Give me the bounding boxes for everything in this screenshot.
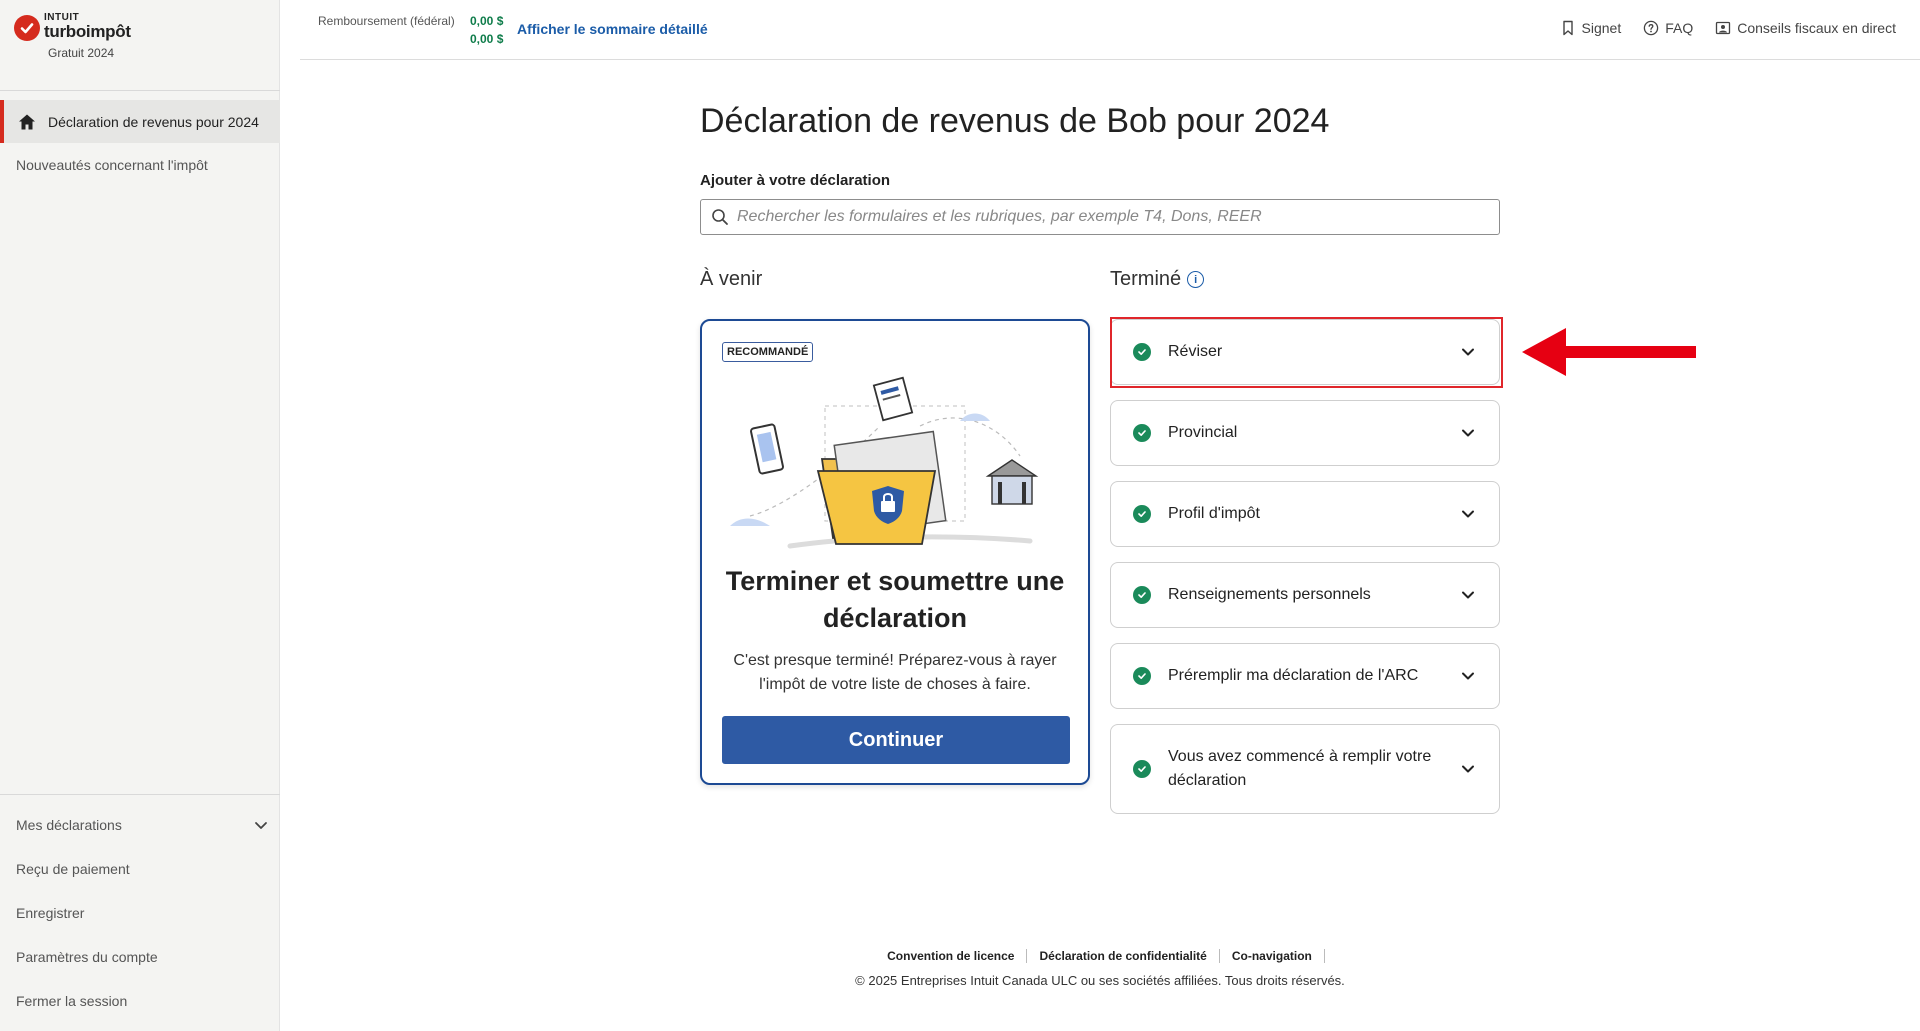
question-circle-icon — [1643, 20, 1659, 36]
upcoming-heading: À venir — [700, 268, 762, 291]
footer-link-privacy[interactable]: Déclaration de confidentialité — [1027, 949, 1220, 963]
footer-link-license[interactable]: Convention de licence — [875, 949, 1028, 963]
refund-label: Remboursement (fédéral) — [318, 14, 455, 28]
recommended-badge: RECOMMANDÉ — [722, 342, 814, 362]
sidebar-item-payment-receipt[interactable]: Reçu de paiement — [16, 861, 130, 877]
accordion-item-provincial[interactable]: Provincial — [1110, 400, 1500, 466]
refund-amount: 0,00 $ — [470, 32, 504, 46]
chevron-down-icon[interactable] — [252, 816, 270, 834]
logo-product-text: turboimpôt — [44, 22, 131, 41]
check-circle-icon — [1133, 343, 1151, 361]
footer-links: Convention de licence Déclaration de con… — [0, 949, 1920, 963]
accordion-item-label: Provincial — [1168, 424, 1238, 441]
live-tax-advice-label: Conseils fiscaux en direct — [1737, 20, 1896, 36]
done-heading-text: Terminé — [1110, 268, 1182, 290]
sidebar-item-save[interactable]: Enregistrer — [16, 905, 84, 921]
check-circle-icon — [1133, 505, 1151, 523]
continue-button[interactable]: Continuer — [722, 716, 1070, 764]
bookmark-label: Signet — [1581, 20, 1622, 36]
sidebar: INTUIT turboimpôt Gratuit 2024 Déclarati… — [0, 0, 280, 1031]
chevron-down-icon[interactable] — [1459, 343, 1477, 361]
top-header: Remboursement (fédéral) 0,00 $ 0,00 $ Af… — [300, 0, 1920, 60]
search-field[interactable] — [700, 199, 1500, 235]
accordion-item-started-return[interactable]: Vous avez commencé à remplir votre décla… — [1110, 724, 1500, 814]
accordion-item-review[interactable]: Réviser — [1110, 319, 1500, 385]
accordion-item-label: Vous avez commencé à remplir votre décla… — [1168, 748, 1432, 789]
check-circle-icon — [1133, 667, 1151, 685]
search-input[interactable] — [737, 208, 1477, 226]
detailed-summary-link[interactable]: Afficher le sommaire détaillé — [517, 21, 708, 37]
chevron-down-icon[interactable] — [1459, 760, 1477, 778]
chevron-down-icon[interactable] — [1459, 667, 1477, 685]
done-heading: Terminé i — [1110, 268, 1205, 291]
home-icon — [19, 114, 35, 129]
accordion-item-label: Préremplir ma déclaration de l'ARC — [1168, 667, 1419, 684]
refund-amount: 0,00 $ — [470, 14, 504, 28]
search-icon — [712, 209, 728, 225]
check-circle-icon — [1133, 586, 1151, 604]
sidebar-item-label: Déclaration de revenus pour 2024 — [48, 113, 259, 130]
recommended-card: RECOMMANDÉ Terminer et soumettre une déc… — [700, 319, 1090, 785]
card-description: C'est presque terminé! Préparez-vous à r… — [733, 652, 1057, 693]
accordion-item-tax-profile[interactable]: Profil d'impôt — [1110, 481, 1500, 547]
accordion-item-label: Renseignements personnels — [1168, 586, 1371, 603]
checkmark-logo-icon — [14, 15, 40, 41]
accordion-item-personal-info[interactable]: Renseignements personnels — [1110, 562, 1500, 628]
upcoming-heading-text: À venir — [700, 268, 763, 290]
bookmark-button[interactable]: Signet — [1560, 20, 1622, 36]
faq-button[interactable]: FAQ — [1643, 20, 1693, 36]
sidebar-divider — [0, 90, 280, 91]
info-icon[interactable]: i — [1187, 271, 1205, 288]
turboimpot-logo[interactable]: INTUIT turboimpôt Gratuit 2024 — [14, 13, 131, 60]
faq-label: FAQ — [1665, 20, 1694, 36]
chevron-down-icon[interactable] — [1459, 424, 1477, 442]
accordion-item-label: Profil d'impôt — [1168, 505, 1260, 522]
add-to-return-label: Ajouter à votre déclaration — [700, 172, 891, 189]
accordion-item-label: Réviser — [1168, 343, 1223, 360]
card-title: Terminer et soumettre une déclaration — [725, 566, 1065, 633]
footer-link-cobrowse[interactable]: Co-navigation — [1220, 949, 1325, 963]
folder-illustration-icon — [730, 376, 1039, 549]
accordion-item-autofill[interactable]: Préremplir ma déclaration de l'ARC — [1110, 643, 1500, 709]
sidebar-item-whats-new[interactable]: Nouveautés concernant l'impôt — [16, 157, 208, 173]
chevron-down-icon[interactable] — [1459, 505, 1477, 523]
sidebar-item-tax-return-2024[interactable]: Déclaration de revenus pour 2024 — [0, 100, 280, 143]
chevron-down-icon[interactable] — [1459, 586, 1477, 604]
red-arrow-annotation-icon — [1522, 328, 1696, 376]
sidebar-item-my-returns[interactable]: Mes déclarations — [16, 817, 122, 833]
live-advice-icon — [1716, 21, 1731, 35]
live-tax-advice-button[interactable]: Conseils fiscaux en direct — [1715, 20, 1896, 36]
bookmark-icon — [1562, 20, 1573, 36]
copyright-text: © 2025 Entreprises Intuit Canada ULC ou … — [855, 973, 1345, 988]
page-title: Déclaration de revenus de Bob pour 2024 — [700, 102, 1330, 140]
sidebar-divider — [0, 794, 280, 795]
check-circle-icon — [1133, 760, 1151, 778]
edition-label: Gratuit 2024 — [48, 46, 115, 60]
check-circle-icon — [1133, 424, 1151, 442]
sidebar-item-sign-out[interactable]: Fermer la session — [16, 993, 127, 1009]
